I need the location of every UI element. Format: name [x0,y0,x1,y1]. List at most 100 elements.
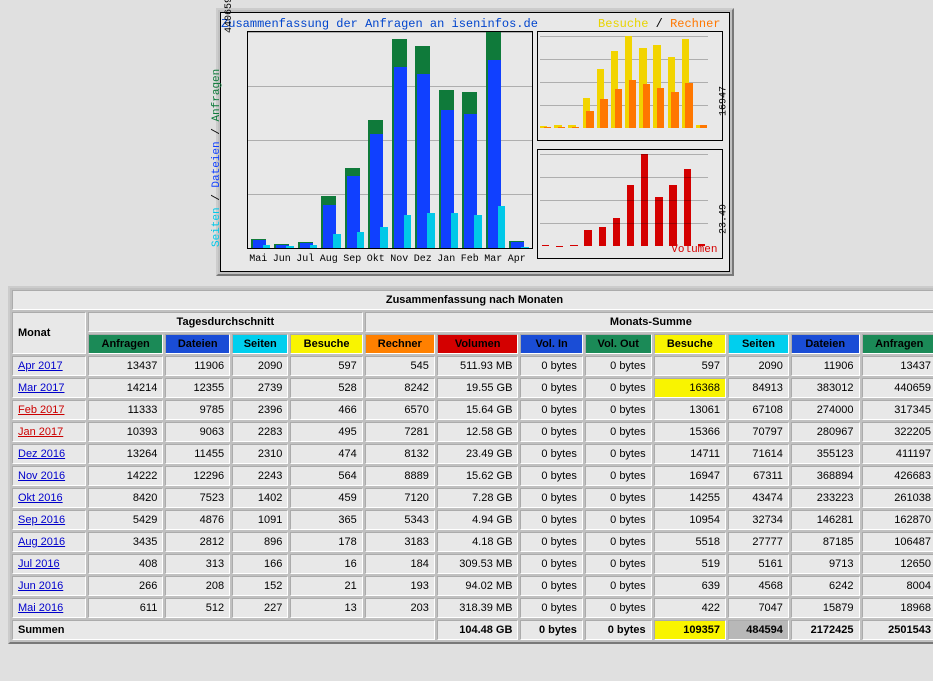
cell: 0 bytes [585,400,652,420]
cell: 106487 [862,532,933,552]
cell: 512 [165,598,230,618]
cell: 322205 [862,422,933,442]
cell: 639 [654,576,726,596]
table-row: Feb 20171133397852396466657015.64 GB0 by… [12,400,933,420]
hdr-anfragen-avg: Anfragen [88,334,163,354]
cell: 411197 [862,444,933,464]
cell: 6242 [791,576,860,596]
cell: 1402 [232,488,288,508]
cell: 7.28 GB [437,488,519,508]
hdr-anfragen-sum: Anfragen [862,334,933,354]
cell: 11906 [165,356,230,376]
main-bar-plot [247,31,533,249]
cell: 0 bytes [585,598,652,618]
table-row: Dez 201613264114552310474813223.49 GB0 b… [12,444,933,464]
cell: 14255 [654,488,726,508]
volume-bar-Dez [639,154,651,246]
cell: 11455 [165,444,230,464]
month-link[interactable]: Jun 2016 [12,576,86,596]
cell: 5518 [654,532,726,552]
cell: 2812 [165,532,230,552]
hdr-dateien-avg: Dateien [165,334,230,354]
cell: 0 bytes [520,444,582,464]
month-link[interactable]: Mar 2017 [12,378,86,398]
cell: 13 [290,598,362,618]
table-title: Zusammenfassung nach Monaten [12,290,933,310]
summary-chart: Zusammenfassung der Anfragen an iseninfo… [216,8,734,276]
cell: 7281 [365,422,435,442]
cell: 14711 [654,444,726,464]
cell: 227 [232,598,288,618]
cell: 70797 [728,422,789,442]
cell: 10393 [88,422,163,442]
cell: 23.49 GB [437,444,519,464]
legend-rechner: Rechner [670,17,720,31]
bar-group-Mar [485,32,507,248]
cell: 71614 [728,444,789,464]
x-axis-labels: MaiJunJulAugSepOktNovDezJanFebMarApr [247,254,529,265]
cell: 16 [290,554,362,574]
hdr-volin: Vol. In [520,334,582,354]
month-link[interactable]: Aug 2016 [12,532,86,552]
cell: 178 [290,532,362,552]
cell: 13437 [88,356,163,376]
table-row: Apr 201713437119062090597545511.93 MB0 b… [12,356,933,376]
cell: 12296 [165,466,230,486]
cell: 511.93 MB [437,356,519,376]
cell: 16368 [654,378,726,398]
cell: 519 [654,554,726,574]
volume-bar-Jan [653,154,665,246]
cell: 13061 [654,400,726,420]
totals-volin: 0 bytes [520,620,582,640]
cell: 313 [165,554,230,574]
cell: 15.64 GB [437,400,519,420]
cell: 459 [290,488,362,508]
cell: 2090 [232,356,288,376]
cell: 422 [654,598,726,618]
cell: 18968 [862,598,933,618]
visits-bar-Jan [653,36,665,128]
group-monatssumme: Monats-Summe [365,312,933,332]
cell: 67108 [728,400,789,420]
table-row: Jul 201640831316616184309.53 MB0 bytes0 … [12,554,933,574]
month-link[interactable]: Dez 2016 [12,444,86,464]
cell: 0 bytes [585,554,652,574]
col-monat: Monat [12,312,86,354]
legend-besuche: Besuche [598,17,648,31]
month-link[interactable]: Nov 2016 [12,466,86,486]
totals-volout: 0 bytes [585,620,652,640]
cell: 10954 [654,510,726,530]
cell: 0 bytes [520,532,582,552]
cell: 440659 [862,378,933,398]
visits-bar-Okt [610,36,622,128]
month-link[interactable]: Mai 2016 [12,598,86,618]
cell: 5429 [88,510,163,530]
cell: 162870 [862,510,933,530]
volume-bar-Jun [554,154,566,246]
cell: 261038 [862,488,933,508]
cell: 19.55 GB [437,378,519,398]
cell: 7047 [728,598,789,618]
cell: 1091 [232,510,288,530]
cell: 16947 [654,466,726,486]
cell: 4876 [165,510,230,530]
cell: 0 bytes [520,356,582,376]
totals-besuche: 109357 [654,620,726,640]
month-link[interactable]: Jan 2017 [12,422,86,442]
cell: 0 bytes [585,466,652,486]
month-link[interactable]: Feb 2017 [12,400,86,420]
table-row: Nov 201614222122962243564888915.62 GB0 b… [12,466,933,486]
hdr-dateien-sum: Dateien [791,334,860,354]
summary-table: Zusammenfassung nach Monaten Monat Tages… [8,286,933,644]
cell: 12650 [862,554,933,574]
cell: 7523 [165,488,230,508]
month-link[interactable]: Sep 2016 [12,510,86,530]
month-link[interactable]: Jul 2016 [12,554,86,574]
sub-bot-label: Volumen [671,244,717,256]
cell: 368894 [791,466,860,486]
month-link[interactable]: Okt 2016 [12,488,86,508]
visits-bar-Jul [568,36,580,128]
cell: 611 [88,598,163,618]
month-link[interactable]: Apr 2017 [12,356,86,376]
bar-group-Feb [461,32,483,248]
